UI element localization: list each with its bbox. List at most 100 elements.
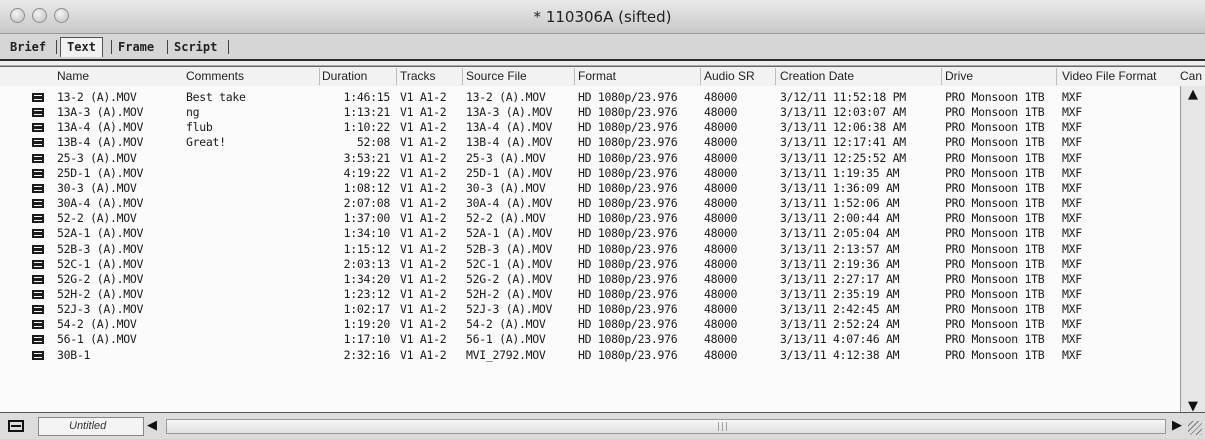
column-header-cam[interactable]: Can	[1180, 69, 1202, 83]
clip-audio-sr: 48000	[704, 211, 738, 226]
column-divider[interactable]	[941, 68, 942, 85]
table-row[interactable]: 52H-2 (A).MOV 1:23:12 V1 A1-2 52H-2 (A).MOV…	[0, 287, 1180, 302]
clip-video-file-format: MXF	[1062, 226, 1082, 241]
table-row[interactable]: 30-3 (A).MOV 1:08:12 V1 A1-2 30-3 (A).MOV HD…	[0, 181, 1180, 196]
clip-drive: PRO Monsoon 1TB	[945, 196, 1045, 211]
column-divider[interactable]	[1056, 68, 1057, 85]
table-row[interactable]: 13A-3 (A).MOV ng 1:13:21 V1 A1-2 13A-3 (A).M…	[0, 105, 1180, 120]
clip-tracks: V1 A1-2	[400, 105, 447, 120]
clip-audio-sr: 48000	[704, 347, 738, 362]
table-row[interactable]: 54-2 (A).MOV 1:19:20 V1 A1-2 54-2 (A).MOV HD…	[0, 317, 1180, 332]
clip-icon[interactable]	[32, 214, 44, 224]
clip-tracks: V1 A1-2	[400, 196, 447, 211]
clip-icon[interactable]	[32, 138, 44, 148]
column-header-drive[interactable]: Drive	[945, 69, 973, 83]
column-header-video-file-format[interactable]: Video File Format	[1062, 69, 1156, 83]
clip-icon[interactable]	[32, 320, 44, 330]
table-row[interactable]: 13B-4 (A).MOV Great! 52:08 V1 A1-2 13B-4 (A)…	[0, 135, 1180, 150]
clip-audio-sr: 48000	[704, 90, 738, 104]
column-header-format[interactable]: Format	[578, 69, 616, 83]
clip-audio-sr: 48000	[704, 332, 738, 347]
column-header-tracks[interactable]: Tracks	[400, 69, 436, 83]
clip-source-file: 52G-2 (A).MOV	[466, 271, 553, 286]
vertical-scrollbar[interactable]: ▲ ▼	[1180, 86, 1205, 414]
table-row[interactable]: 13-2 (A).MOV Best take 1:46:15 V1 A1-2 13-2 …	[0, 90, 1180, 105]
table-row[interactable]: 25D-1 (A).MOV 4:19:22 V1 A1-2 25D-1 (A).MOV…	[0, 166, 1180, 181]
clip-icon[interactable]	[32, 289, 44, 299]
column-header-audio-sr[interactable]: Audio SR	[704, 69, 755, 83]
clip-name: 52H-2 (A).MOV	[57, 286, 144, 301]
tab-brief[interactable]: Brief	[4, 38, 52, 57]
resize-grip-icon[interactable]	[1188, 421, 1202, 435]
column-divider[interactable]	[775, 68, 776, 85]
clip-icon[interactable]	[32, 183, 44, 193]
clip-drive: PRO Monsoon 1TB	[945, 135, 1045, 150]
clip-tracks: V1 A1-2	[400, 90, 447, 104]
clip-audio-sr: 48000	[704, 241, 738, 256]
title-bar[interactable]: * 110306A (sifted)	[0, 0, 1205, 34]
column-header-name[interactable]: Name	[57, 69, 89, 83]
table-row[interactable]: 52C-1 (A).MOV 2:03:13 V1 A1-2 52C-1 (A).MOV…	[0, 257, 1180, 272]
clip-icon[interactable]	[32, 259, 44, 269]
clip-icon[interactable]	[32, 168, 44, 178]
table-row[interactable]: 56-1 (A).MOV 1:17:10 V1 A1-2 56-1 (A).MOV HD…	[0, 332, 1180, 347]
tab-text[interactable]: Text	[60, 37, 103, 57]
clip-icon[interactable]	[32, 153, 44, 163]
column-header-comments[interactable]: Comments	[186, 69, 244, 83]
tab-divider	[56, 40, 57, 54]
column-header-creation-date[interactable]: Creation Date	[780, 69, 854, 83]
clip-name: 52-2 (A).MOV	[57, 211, 137, 226]
table-row[interactable]: 52B-3 (A).MOV 1:15:12 V1 A1-2 52B-3 (A).MOV…	[0, 242, 1180, 257]
clip-icon[interactable]	[32, 350, 44, 360]
clip-audio-sr: 48000	[704, 165, 738, 180]
clip-creation-date: 3/13/11 12:17:41 AM	[780, 135, 906, 150]
clip-source-file: 52B-3 (A).MOV	[466, 241, 553, 256]
clip-audio-sr: 48000	[704, 302, 738, 317]
clip-icon[interactable]	[32, 108, 44, 118]
arrow-up-icon[interactable]: ▲	[1185, 88, 1201, 102]
bin-view-selector[interactable]: Untitled	[38, 417, 144, 436]
clip-tracks: V1 A1-2	[400, 271, 447, 286]
clip-tracks: V1 A1-2	[400, 150, 447, 165]
column-divider[interactable]	[462, 68, 463, 85]
table-row[interactable]: 52J-3 (A).MOV 1:02:17 V1 A1-2 52J-3 (A).MOV…	[0, 302, 1180, 317]
table-row[interactable]: 25-3 (A).MOV 3:53:21 V1 A1-2 25-3 (A).MOV HD…	[0, 151, 1180, 166]
horizontal-scrollbar[interactable]: |||	[166, 419, 1166, 434]
arrow-left-icon[interactable]: ◀	[147, 418, 157, 433]
table-row[interactable]: 52A-1 (A).MOV 1:34:10 V1 A1-2 52A-1 (A).MOV…	[0, 226, 1180, 241]
column-divider[interactable]	[574, 68, 575, 85]
tab-script[interactable]: Script	[168, 38, 223, 57]
clip-icon[interactable]	[32, 244, 44, 254]
clip-icon[interactable]	[32, 93, 44, 102]
clip-duration: 1:02:17	[343, 302, 391, 317]
clip-icon[interactable]	[32, 123, 44, 133]
table-row[interactable]: 13A-4 (A).MOV flub 1:10:22 V1 A1-2 13A-4 (A)…	[0, 120, 1180, 135]
arrow-right-icon[interactable]: ▶	[1172, 418, 1182, 433]
tab-frame[interactable]: Frame	[112, 38, 160, 57]
clip-icon[interactable]	[32, 305, 44, 315]
clip-icon[interactable]	[32, 199, 44, 209]
table-row[interactable]: 30A-4 (A).MOV 2:07:08 V1 A1-2 30A-4 (A).MOV…	[0, 196, 1180, 211]
clip-duration: 2:07:08	[343, 196, 391, 211]
clip-icon[interactable]	[32, 335, 44, 345]
clip-creation-date: 3/13/11 4:12:38 AM	[780, 347, 900, 362]
column-divider[interactable]	[700, 68, 701, 85]
clip-video-file-format: MXF	[1062, 241, 1082, 256]
clip-drive: PRO Monsoon 1TB	[945, 226, 1045, 241]
clip-audio-sr: 48000	[704, 150, 738, 165]
column-header-duration[interactable]: Duration	[322, 69, 367, 83]
clip-video-file-format: MXF	[1062, 256, 1082, 271]
clip-video-file-format: MXF	[1062, 286, 1082, 301]
bin-menu-icon[interactable]	[8, 420, 24, 432]
table-row[interactable]: 52G-2 (A).MOV 1:34:20 V1 A1-2 52G-2 (A).MOV…	[0, 272, 1180, 287]
column-divider[interactable]	[319, 68, 320, 85]
clip-creation-date: 3/12/11 11:52:18 PM	[780, 90, 906, 104]
clip-icon[interactable]	[32, 229, 44, 239]
clip-video-file-format: MXF	[1062, 120, 1082, 135]
column-header-source-file[interactable]: Source File	[466, 69, 527, 83]
clip-icon[interactable]	[32, 274, 44, 284]
column-divider[interactable]	[396, 68, 397, 85]
table-row[interactable]: 30B-1 2:32:16 V1 A1-2 MVI_2792.MOV HD 1080p/…	[0, 348, 1180, 363]
table-row[interactable]: 52-2 (A).MOV 1:37:00 V1 A1-2 52-2 (A).MOV HD…	[0, 211, 1180, 226]
clip-audio-sr: 48000	[704, 256, 738, 271]
